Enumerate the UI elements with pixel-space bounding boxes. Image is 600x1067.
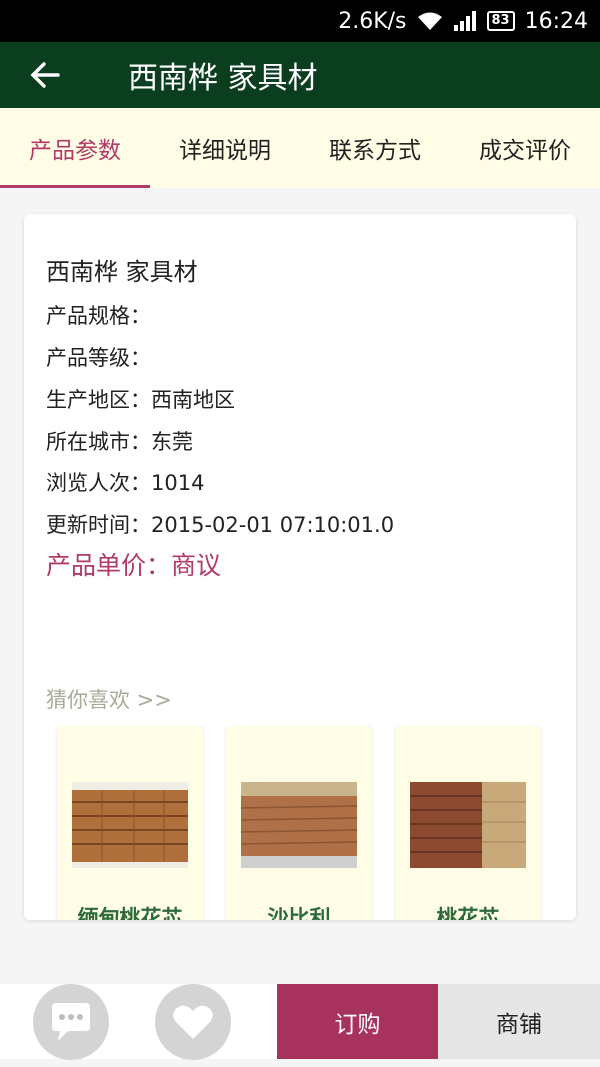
recommend-heading[interactable]: 猜你喜欢 >> xyxy=(46,684,172,714)
heart-icon[interactable] xyxy=(155,984,231,1060)
recommend-item[interactable]: 桃花芯 xyxy=(395,726,541,920)
wifi-icon xyxy=(417,11,443,31)
network-speed: 2.6K/s xyxy=(338,8,407,34)
product-name: 西南桦 家具材 xyxy=(46,258,198,286)
tab-bar: 产品参数 详细说明 联系方式 成交评价 xyxy=(0,108,600,188)
tab-contact[interactable]: 联系方式 xyxy=(300,108,450,188)
battery-indicator: 83 xyxy=(486,11,515,31)
tab-details[interactable]: 详细说明 xyxy=(150,108,300,188)
product-image xyxy=(241,782,357,868)
tab-reviews[interactable]: 成交评价 xyxy=(450,108,600,188)
price-field: 产品单价：商议 xyxy=(46,551,222,580)
product-image xyxy=(410,782,526,868)
signal-icon xyxy=(453,11,477,31)
app-header: 西南桦 家具材 xyxy=(0,42,600,108)
bottom-action-bar: 订购 商铺 xyxy=(0,984,600,1060)
shop-button[interactable]: 商铺 xyxy=(438,984,600,1059)
arrow-left-icon[interactable] xyxy=(0,42,90,108)
product-image xyxy=(72,782,188,868)
recommend-item-label: 桃花芯 xyxy=(436,906,500,920)
clock: 16:24 xyxy=(524,8,588,34)
spec-field: 产品规格： xyxy=(46,304,151,328)
chat-bubble-icon[interactable] xyxy=(33,984,109,1060)
page-title: 西南桦 家具材 xyxy=(128,61,318,96)
grade-field: 产品等级： xyxy=(46,346,151,370)
views-field: 浏览人次：1014 xyxy=(46,471,205,495)
order-button[interactable]: 订购 xyxy=(277,984,438,1059)
product-card: 西南桦 家具材 产品规格： 产品等级： 生产地区：西南地区 所在城市：东莞 浏览… xyxy=(24,214,576,920)
status-bar: 2.6K/s 83 16:24 xyxy=(0,0,600,42)
recommend-item-label: 缅甸桃花芯 xyxy=(77,906,183,920)
recommend-item[interactable]: 缅甸桃花芯 xyxy=(57,726,203,920)
recommend-item[interactable]: 沙比利 xyxy=(226,726,372,920)
updated-field: 更新时间：2015-02-01 07:10:01.0 xyxy=(46,513,395,537)
recommend-item-label: 沙比利 xyxy=(267,906,331,920)
tab-product-params[interactable]: 产品参数 xyxy=(0,108,150,188)
city-field: 所在城市：东莞 xyxy=(46,430,193,454)
origin-field: 生产地区：西南地区 xyxy=(46,388,235,412)
